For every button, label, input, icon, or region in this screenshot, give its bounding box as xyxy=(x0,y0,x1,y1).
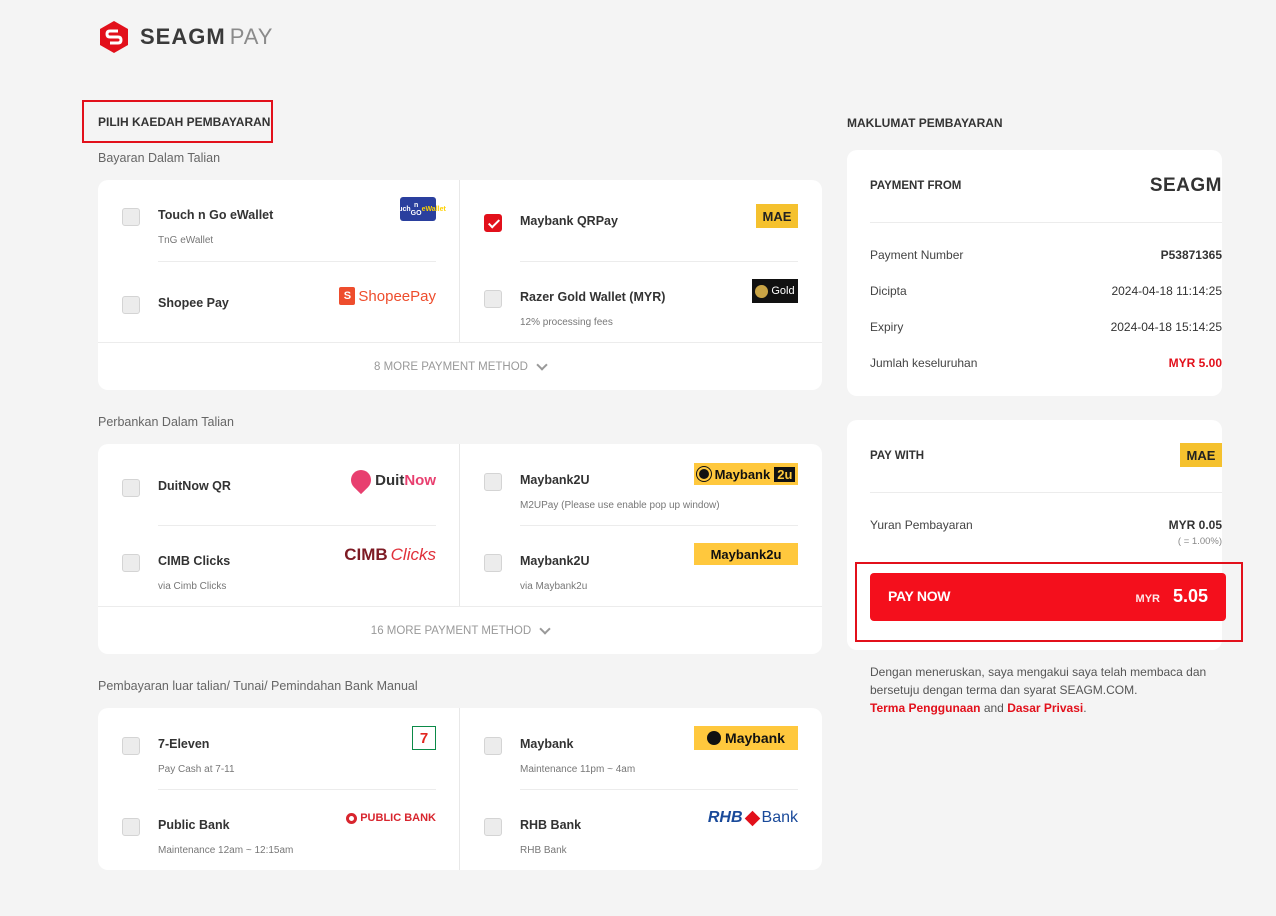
mae-logo: MAE xyxy=(1180,443,1222,467)
seagm-logo: SEAGM xyxy=(1149,175,1222,196)
checkbox[interactable] xyxy=(122,737,140,755)
method-sub: 12% processing fees xyxy=(520,317,613,328)
expiry-row: Expiry 2024-04-18 15:14:25 xyxy=(870,320,1222,334)
method-sub: Pay Cash at 7-11 xyxy=(158,764,235,775)
maybank-logo: Maybank xyxy=(694,726,798,750)
online-banking-card: DuitNow QR Duit Now CIMB Clicks via Cimb … xyxy=(98,444,822,654)
method-sub: via Maybank2u xyxy=(520,581,588,592)
fee-rate: ( = 1.00%) xyxy=(1177,536,1222,547)
method-name: DuitNow QR xyxy=(158,479,231,493)
select-payment-method-title: PILIH KAEDAH PEMBAYARAN xyxy=(82,100,273,143)
payment-from-label: PAYMENT FROM xyxy=(870,180,962,192)
section-offline-label: Pembayaran luar talian/ Tunai/ Pemindaha… xyxy=(98,679,418,693)
method-name: Maybank2U xyxy=(520,473,590,487)
checkbox[interactable] xyxy=(122,296,140,314)
method-name: Maybank QRPay xyxy=(520,214,618,228)
payment-info-title: MAKLUMAT PEMBAYARAN xyxy=(847,116,1003,130)
method-public-bank[interactable]: Public Bank Maintenance 12am ~ 12:15am P… xyxy=(122,810,436,870)
duitnow-pin-icon xyxy=(347,465,376,495)
created-row: Dicipta 2024-04-18 11:14:25 xyxy=(870,284,1222,298)
method-maybank[interactable]: Maybank Maintenance 11pm ~ 4am Maybank xyxy=(484,726,798,789)
method-maybank2u[interactable]: Maybank2U via Maybank2u Maybank2u xyxy=(484,543,798,606)
touch-n-go-logo: Touch n GO eWallet xyxy=(390,197,446,221)
duitnow-logo: Duit Now xyxy=(347,465,436,495)
method-name: Shopee Pay xyxy=(158,296,229,310)
method-name: Razer Gold Wallet (MYR) xyxy=(520,290,666,304)
method-sub: M2UPay (Please use enable pop up window) xyxy=(520,500,720,511)
checkbox-checked[interactable] xyxy=(484,214,502,232)
maybank-tiger-icon xyxy=(696,467,711,481)
section-online-payment-label: Bayaran Dalam Talian xyxy=(98,151,221,165)
method-maybank2u-popup[interactable]: Maybank2U M2UPay (Please use enable pop … xyxy=(484,463,798,525)
pay-now-button[interactable]: PAY NOW MYR 5.05 xyxy=(870,573,1226,621)
method-sub: TnG eWallet xyxy=(158,235,214,246)
mae-logo: MAE xyxy=(756,204,798,228)
checkbox[interactable] xyxy=(484,290,502,308)
method-7-eleven[interactable]: 7-Eleven Pay Cash at 7-11 7 xyxy=(122,726,436,789)
public-bank-logo: PUBLIC BANK xyxy=(346,812,436,824)
rhb-diamond-icon xyxy=(744,810,760,826)
seagm-hex-icon xyxy=(100,21,128,53)
method-shopee-pay[interactable]: Shopee Pay S ShopeePay xyxy=(122,287,436,348)
maybank2u-logo: Maybank2u xyxy=(694,543,798,565)
online-payment-card: Touch n Go eWallet TnG eWallet Touch n GO… xyxy=(98,180,822,390)
method-name: Touch n Go eWallet xyxy=(158,208,274,222)
method-maybank-qrpay[interactable]: Maybank QRPay MAE xyxy=(484,204,798,266)
checkbox[interactable] xyxy=(484,818,502,836)
logo-text: SEAGM PAY xyxy=(140,24,274,49)
method-name: 7-Eleven xyxy=(158,737,210,751)
seagm-pay-logo[interactable]: SEAGM PAY xyxy=(98,20,273,54)
method-name: RHB Bank xyxy=(520,818,582,832)
method-name: Maybank xyxy=(520,737,574,751)
maybank-tiger-icon xyxy=(707,731,722,745)
cimb-clicks-logo: CIMB Clicks xyxy=(344,545,436,564)
checkbox[interactable] xyxy=(484,737,502,755)
method-duitnow-qr[interactable]: DuitNow QR Duit Now xyxy=(122,465,436,531)
checkbox[interactable] xyxy=(484,554,502,572)
more-banking-methods-button[interactable]: 16 MORE PAYMENT METHOD xyxy=(98,606,822,654)
section-online-banking-label: Perbankan Dalam Talian xyxy=(98,415,234,429)
method-name: Maybank2U xyxy=(520,554,590,568)
method-sub: Maintenance 12am ~ 12:15am xyxy=(158,845,294,856)
offline-payment-card: 7-Eleven Pay Cash at 7-11 7 Public Bank … xyxy=(98,708,822,870)
method-name: CIMB Clicks xyxy=(158,554,231,568)
chevron-down-icon xyxy=(539,622,551,635)
checkbox[interactable] xyxy=(122,479,140,497)
method-razer-gold[interactable]: Razer Gold Wallet (MYR) 12% processing f… xyxy=(484,279,798,342)
terms-notice: Dengan meneruskan, saya mengakui saya te… xyxy=(870,665,1207,715)
method-touch-n-go[interactable]: Touch n Go eWallet TnG eWallet Touch n GO… xyxy=(122,197,446,260)
total-row: Jumlah keseluruhan MYR 5.00 xyxy=(870,356,1222,370)
checkbox[interactable] xyxy=(122,208,140,226)
privacy-policy-link[interactable]: Dasar Privasi xyxy=(1007,701,1083,715)
shopeepay-logo: S ShopeePay xyxy=(339,287,436,305)
more-online-methods-button[interactable]: 8 MORE PAYMENT METHOD xyxy=(98,342,822,390)
razer-coin-icon xyxy=(755,284,769,298)
method-sub: Maintenance 11pm ~ 4am xyxy=(520,764,636,775)
checkbox[interactable] xyxy=(122,554,140,572)
checkbox[interactable] xyxy=(484,473,502,491)
public-bank-icon xyxy=(346,812,358,824)
method-sub: RHB Bank xyxy=(520,845,567,856)
method-rhb-bank[interactable]: RHB Bank RHB Bank RHB Bank xyxy=(484,809,798,870)
pay-with-label: PAY WITH xyxy=(870,450,925,462)
rhb-bank-logo: RHB Bank xyxy=(707,809,798,826)
method-name: Public Bank xyxy=(158,818,230,832)
method-sub: via Cimb Clicks xyxy=(158,581,227,592)
payment-fee-row: Yuran Pembayaran MYR 0.05 xyxy=(870,518,1222,532)
terms-of-use-link[interactable]: Terma Penggunaan xyxy=(870,701,980,715)
chevron-down-icon xyxy=(536,358,548,371)
checkbox[interactable] xyxy=(122,818,140,836)
maybank2u-logo: Maybank2u xyxy=(694,463,798,485)
razer-gold-logo: Gold xyxy=(752,279,798,303)
payment-number-row: Payment Number P53871365 xyxy=(870,248,1222,262)
payment-info-card: PAYMENT FROM SEAGM Payment Number P538713… xyxy=(847,150,1222,396)
seven-eleven-logo: 7 xyxy=(412,726,436,750)
method-cimb-clicks[interactable]: CIMB Clicks via Cimb Clicks CIMB Clicks xyxy=(122,545,436,606)
